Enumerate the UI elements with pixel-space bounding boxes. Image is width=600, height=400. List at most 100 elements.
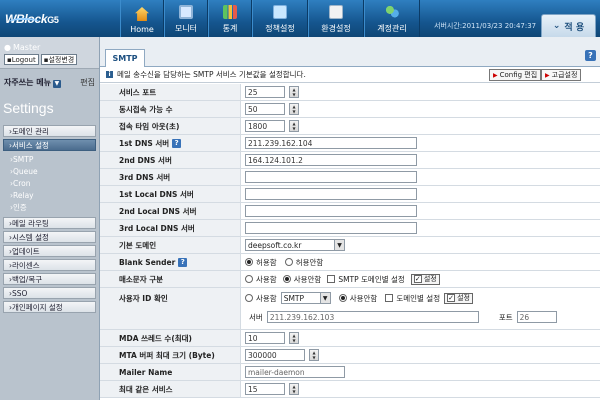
- blank-sender-deny[interactable]: 허용안함: [284, 257, 323, 268]
- sidebar-sub-auth[interactable]: › 인증: [0, 201, 99, 213]
- favorites-header[interactable]: 자주쓰는 메뉴 ▼ 편집: [0, 74, 99, 91]
- service-port-input[interactable]: 25: [245, 86, 285, 98]
- sidebar-sub-cron[interactable]: › Cron: [0, 177, 99, 189]
- help-icon[interactable]: ?: [178, 257, 188, 267]
- dns2-input[interactable]: 164.124.101.2: [245, 154, 417, 166]
- radio-allow[interactable]: [245, 258, 253, 266]
- sidebar-item-personal[interactable]: › 개인페이지 설정: [3, 301, 96, 313]
- sub-label: Queue: [13, 166, 38, 176]
- row-ldns2: 2nd Local DNS 서버: [100, 203, 600, 220]
- checkbox[interactable]: [385, 294, 394, 302]
- mda-input[interactable]: 10: [245, 332, 285, 344]
- mailer-name-input[interactable]: mailer-daemon: [245, 366, 345, 378]
- concurrent-stepper[interactable]: ▲ ▼: [289, 103, 299, 115]
- nav-account[interactable]: 계정관리: [364, 0, 420, 37]
- sidebar-item-update[interactable]: › 업데이트: [3, 245, 96, 257]
- user-id-use[interactable]: 사용함: [245, 293, 277, 304]
- setting-label: 설정: [423, 275, 437, 283]
- label-dns1: 1st DNS 서버?: [100, 135, 241, 151]
- dns1-input[interactable]: 211.239.162.104: [245, 137, 417, 149]
- label-mailer-name: Mailer Name: [100, 364, 241, 380]
- nav-home[interactable]: Home: [120, 0, 164, 37]
- tab-smtp[interactable]: SMTP: [105, 49, 145, 67]
- user-id-protocol-select[interactable]: SMTP ▼: [280, 292, 331, 304]
- sidebar-item-system[interactable]: › 시스템 설정: [3, 231, 96, 243]
- service-port-stepper[interactable]: ▲ ▼: [289, 86, 299, 98]
- sidebar-item-service[interactable]: › 서비스 설정: [3, 139, 96, 151]
- mta-buffer-input[interactable]: 300000: [245, 349, 305, 361]
- timeout-stepper[interactable]: ▲ ▼: [289, 120, 299, 132]
- sidebar-item-backup[interactable]: › 백업/복구: [3, 273, 96, 285]
- sub-label: Relay: [13, 190, 34, 200]
- policy-icon: [273, 5, 287, 19]
- base-domain-select[interactable]: deepsoft.co.kr ▼: [245, 239, 345, 251]
- server-input[interactable]: 211.239.162.103: [266, 311, 479, 323]
- monitor-icon: [179, 5, 193, 19]
- app-logo[interactable]: WBlockG5: [5, 12, 97, 28]
- apply-label: 적 용: [564, 22, 585, 33]
- user-id-nouse[interactable]: 사용안함: [338, 293, 377, 304]
- mda-stepper[interactable]: ▲ ▼: [289, 332, 299, 344]
- blank-sender-label-text: Blank Sender: [119, 257, 176, 267]
- nav-environment[interactable]: 환경설정: [308, 0, 364, 37]
- menu-label: 백업/복구: [12, 274, 43, 284]
- favorites-edit-link[interactable]: 편집: [80, 77, 95, 88]
- logout-button[interactable]: ▪ Logout: [4, 54, 39, 65]
- radio-use[interactable]: [245, 275, 253, 283]
- config-edit-button[interactable]: ▶ Config 편집: [489, 69, 542, 81]
- settings-title: Settings: [3, 100, 54, 116]
- apply-button[interactable]: ⌄ 적 용: [541, 14, 596, 37]
- relay-setting-button[interactable]: ✓ 설정: [410, 273, 440, 285]
- user-name-text: Master: [12, 43, 41, 52]
- timeout-input[interactable]: 1800: [245, 120, 285, 132]
- logo-suffix: G5: [47, 15, 59, 25]
- radio-nouse[interactable]: [338, 294, 347, 302]
- dns3-input[interactable]: [245, 171, 417, 183]
- env-change-button[interactable]: ▪ 설정변경: [40, 54, 78, 65]
- ldns1-input[interactable]: [245, 188, 417, 200]
- radio-use[interactable]: [245, 294, 253, 302]
- user-id-domain-checkbox[interactable]: 도메인별 설정: [385, 293, 440, 304]
- max-same-stepper[interactable]: ▲ ▼: [289, 383, 299, 395]
- nav-policy[interactable]: 정책설정: [252, 0, 308, 37]
- mta-buffer-stepper[interactable]: ▲ ▼: [309, 349, 319, 361]
- help-icon[interactable]: ?: [585, 50, 596, 61]
- sidebar-item-domain[interactable]: › 도메인 관리: [3, 125, 96, 137]
- help-icon[interactable]: ?: [172, 138, 182, 148]
- max-same-input[interactable]: 15: [245, 383, 285, 395]
- nav-monitor[interactable]: 모니터: [164, 0, 208, 37]
- relay-use[interactable]: 사용함: [245, 274, 277, 285]
- blank-sender-allow[interactable]: 허용함: [245, 257, 277, 268]
- sidebar-sub-queue[interactable]: › Queue: [0, 165, 99, 177]
- arrow-right-icon: ▶: [493, 71, 498, 79]
- row-mda: MDA 쓰레드 수(최대) 10 ▲ ▼: [100, 330, 600, 347]
- home-icon: [135, 7, 149, 21]
- sidebar-sub-relay[interactable]: › Relay: [0, 189, 99, 201]
- advanced-settings-button[interactable]: ▶ 고급설정: [541, 69, 582, 81]
- concurrent-input[interactable]: 50: [245, 103, 285, 115]
- port-input[interactable]: 26: [516, 311, 557, 323]
- row-ldns1: 1st Local DNS 서버: [100, 186, 600, 203]
- label-mta-buffer: MTA 버퍼 최대 크기 (Byte): [100, 347, 241, 363]
- sidebar-sub-smtp[interactable]: › SMTP: [0, 153, 99, 165]
- relay-nouse[interactable]: 사용안함: [282, 274, 322, 285]
- user-box: ● Master ▪ Logout ▪ 설정변경: [0, 37, 99, 69]
- user-id-setting-button[interactable]: ✓ 설정: [444, 292, 473, 304]
- nav-stats[interactable]: 통계: [208, 0, 252, 37]
- radio-nouse[interactable]: [282, 275, 291, 283]
- chevron-down-icon: ▼: [334, 240, 344, 250]
- radio-deny[interactable]: [284, 258, 293, 266]
- arrow-right-icon: ▶: [545, 71, 550, 79]
- use-label: 사용함: [256, 293, 277, 303]
- sidebar-item-license[interactable]: › 라이센스: [3, 259, 96, 271]
- sub-label: SMTP: [13, 154, 34, 164]
- sidebar-item-sso[interactable]: › SSO: [3, 287, 96, 299]
- chevron-down-icon[interactable]: ▼: [52, 80, 61, 88]
- checkbox[interactable]: [327, 275, 336, 283]
- ldns3-input[interactable]: [245, 222, 417, 234]
- nouse-label: 사용안함: [293, 274, 322, 284]
- ldns2-input[interactable]: [245, 205, 417, 217]
- row-relay: 매소문자 구분 사용함 사용안함 SMTP 도메인별 설정 ✓ 설정: [100, 271, 600, 288]
- sidebar-item-routing[interactable]: › 메일 라우팅: [3, 217, 96, 229]
- smtp-domain-checkbox[interactable]: SMTP 도메인별 설정: [327, 274, 405, 285]
